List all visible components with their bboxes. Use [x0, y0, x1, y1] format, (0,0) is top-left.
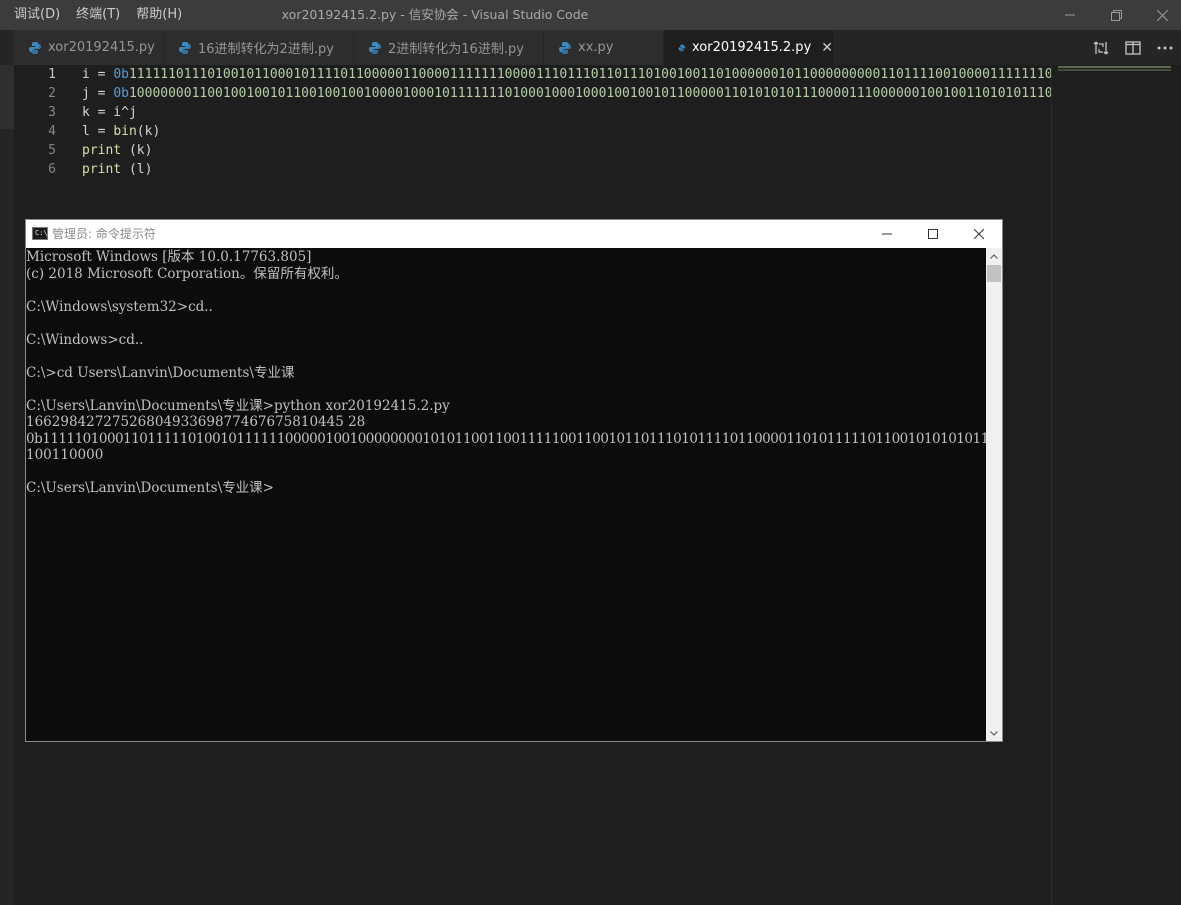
- line-number: 2: [48, 86, 56, 101]
- scroll-thumb[interactable]: [987, 265, 1001, 282]
- console-line: 1662984272752680493369877467675810445 28: [26, 414, 366, 430]
- console-line: C:\Users\Lanvin\Documents\专业课>python xor…: [26, 397, 450, 414]
- restore-button[interactable]: [1093, 0, 1139, 30]
- console-line: 100110000: [26, 447, 104, 463]
- cmd-vertical-scrollbar[interactable]: [986, 248, 1002, 741]
- console-prompt-line: C:\Users\Lanvin\Documents\专业课>: [26, 480, 274, 496]
- code-line-2: 2 j = 0b10000000110010010010110010010010…: [14, 84, 1051, 103]
- console-line: Microsoft Windows [版本 10.0.17763.805]: [26, 249, 312, 265]
- cmd-close-button[interactable]: [956, 220, 1002, 248]
- gutter-strip: [0, 65, 14, 905]
- cmd-app-icon: C:\_: [32, 227, 52, 240]
- cmd-minimize-button[interactable]: [864, 220, 910, 248]
- tab-label: xx.py: [578, 40, 614, 55]
- compare-changes-button[interactable]: [1085, 30, 1117, 65]
- tab-close-icon[interactable]: ✕: [821, 40, 833, 56]
- console-line: C:\Windows>cd..: [26, 331, 144, 348]
- close-icon: [974, 229, 984, 239]
- split-editor-button[interactable]: [1117, 30, 1149, 65]
- tab-xor20192415[interactable]: xor20192415.py: [14, 30, 164, 65]
- cmd-title-bar[interactable]: C:\_ 管理员: 命令提示符: [26, 220, 1002, 248]
- python-file-icon: [179, 41, 191, 54]
- command-prompt-window[interactable]: C:\_ 管理员: 命令提示符 Microsoft Windows [版本 10…: [25, 219, 1003, 742]
- minimap[interactable]: [1051, 65, 1172, 905]
- line-number: 3: [48, 105, 56, 120]
- console-output[interactable]: Microsoft Windows [版本 10.0.17763.805] (c…: [26, 248, 986, 741]
- cmd-window-title: 管理员: 命令提示符: [52, 227, 156, 241]
- code-line-6: 6 print (l): [14, 160, 1051, 179]
- ellipsis-icon: [1157, 46, 1173, 49]
- tab-hex-to-bin[interactable]: 16进制转化为2进制.py: [164, 30, 354, 65]
- tab-xx[interactable]: xx.py: [544, 30, 664, 65]
- console-line: C:\Windows\system32>cd..: [26, 298, 213, 315]
- split-editor-icon: [1125, 40, 1141, 55]
- scroll-up-button[interactable]: [986, 248, 1002, 264]
- restore-icon: [1110, 9, 1122, 21]
- console-line: 0b11111010001101111101001011111100000100…: [26, 430, 986, 447]
- chevron-up-icon: [990, 253, 998, 259]
- close-icon: [1156, 9, 1168, 21]
- code-line-4: 4 l = bin(k): [14, 122, 1051, 141]
- close-window-button[interactable]: [1139, 0, 1181, 30]
- line-number: 1: [48, 67, 56, 82]
- python-file-icon: [29, 41, 41, 54]
- tab-xor20192415-2[interactable]: xor20192415.2.py ✕: [664, 30, 834, 65]
- python-file-icon: [559, 41, 571, 54]
- editor-tab-bar: xor20192415.py 16进制转化为2进制.py 2进制转化为16进制.…: [0, 30, 1181, 65]
- python-file-icon: [369, 41, 381, 54]
- code-line-5: 5 print (k): [14, 141, 1051, 160]
- cmd-maximize-button[interactable]: [910, 220, 956, 248]
- editor-actions: [1085, 30, 1181, 65]
- line-number: 5: [48, 143, 56, 158]
- console-line: (c) 2018 Microsoft Corporation。保留所有权利。: [26, 265, 348, 282]
- code-line-3: 3 k = i^j: [14, 103, 1051, 122]
- editor-scrollbar[interactable]: [1171, 65, 1181, 905]
- line-number: 4: [48, 124, 56, 139]
- compare-icon: [1093, 41, 1109, 54]
- tab-label: 16进制转化为2进制.py: [198, 42, 334, 57]
- window-title: xor20192415.2.py - 信安协会 - Visual Studio …: [281, 7, 589, 22]
- python-file-icon: [678, 44, 686, 51]
- tab-label: 2进制转化为16进制.py: [388, 42, 524, 57]
- code-line-1: 1 i = 0b11111101110100101100010111101100…: [14, 65, 1051, 84]
- maximize-icon: [928, 229, 938, 239]
- minimize-icon: [882, 233, 892, 235]
- binary-literal-j: 1000000011001001001011001001001000010001…: [128, 86, 1051, 101]
- more-actions-button[interactable]: [1149, 30, 1181, 65]
- minimize-button[interactable]: [1047, 0, 1093, 30]
- binary-literal-i: 1111110111010010110001011110110000011000…: [128, 67, 1051, 82]
- title-bar: 调试(D) 终端(T) 帮助(H) xor20192415.2.py - 信安协…: [0, 0, 1181, 30]
- tab-label: xor20192415.py: [48, 40, 155, 55]
- console-line: C:\>cd Users\Lanvin\Documents\专业课: [26, 364, 295, 381]
- minimize-icon: [1065, 14, 1075, 16]
- tab-label: xor20192415.2.py: [692, 40, 812, 55]
- line-number: 6: [48, 162, 56, 177]
- tab-bin-to-hex[interactable]: 2进制转化为16进制.py: [354, 30, 544, 65]
- scroll-down-button[interactable]: [986, 725, 1002, 741]
- chevron-down-icon: [990, 730, 998, 736]
